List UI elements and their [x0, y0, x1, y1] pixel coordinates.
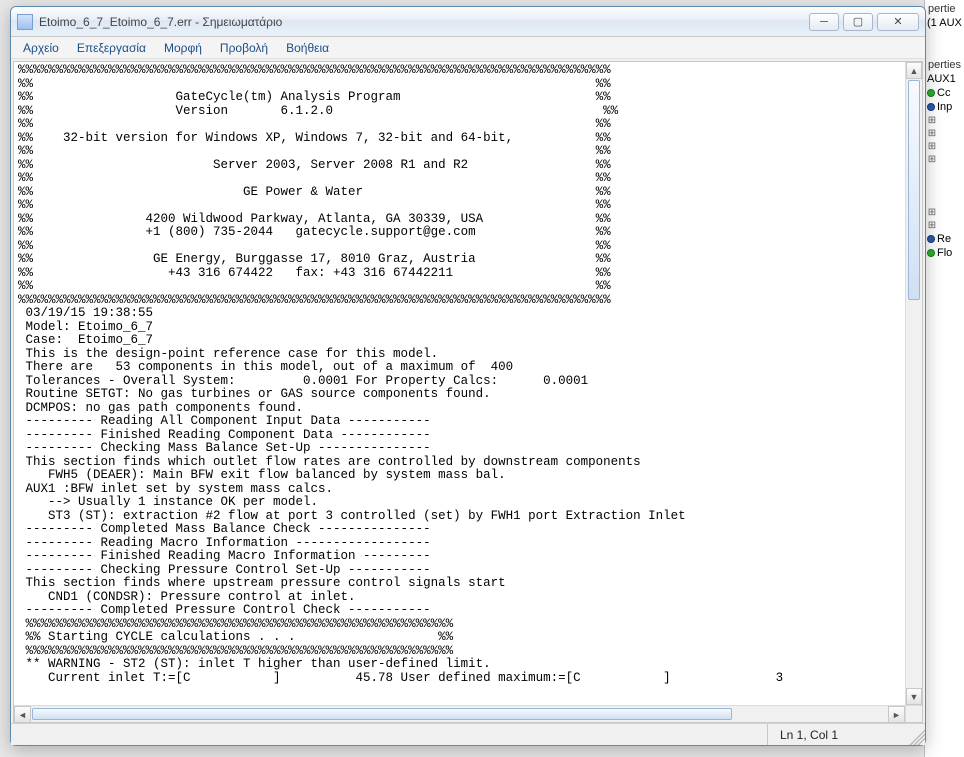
- bg-header-1: pertie: [925, 2, 964, 16]
- scroll-right-button[interactable]: ►: [888, 706, 905, 723]
- tree-expand-icon[interactable]: ⊞: [927, 141, 937, 152]
- scroll-left-button[interactable]: ◄: [14, 706, 31, 723]
- menu-format[interactable]: Μορφή: [156, 39, 210, 57]
- minimize-button[interactable]: ─: [809, 13, 839, 31]
- close-button[interactable]: ✕: [877, 13, 919, 31]
- text-editor[interactable]: %%%%%%%%%%%%%%%%%%%%%%%%%%%%%%%%%%%%%%%%…: [14, 62, 905, 705]
- scroll-corner: [905, 705, 922, 722]
- horizontal-scrollbar[interactable]: ◄ ►: [14, 705, 905, 722]
- vertical-scroll-thumb[interactable]: [908, 80, 920, 300]
- tree-expand-icon[interactable]: ⊞: [927, 154, 937, 165]
- bg-cc: Cc: [937, 87, 950, 99]
- bg-re: Re: [937, 233, 951, 245]
- client-area: %%%%%%%%%%%%%%%%%%%%%%%%%%%%%%%%%%%%%%%%…: [13, 61, 923, 723]
- bg-header-2: perties: [925, 58, 964, 72]
- scroll-down-button[interactable]: ▼: [906, 688, 922, 705]
- horizontal-scroll-thumb[interactable]: [32, 708, 732, 720]
- status-dot-icon: [927, 235, 935, 243]
- vertical-scrollbar[interactable]: ▲ ▼: [905, 62, 922, 705]
- bg-flo: Flo: [937, 247, 952, 259]
- menubar: Αρχείο Επεξεργασία Μορφή Προβολή Βοήθεια: [11, 37, 925, 59]
- bg-inp: Inp: [937, 101, 952, 113]
- statusbar: Ln 1, Col 1: [11, 723, 925, 745]
- bg-aux-label: (1 AUX: [925, 16, 964, 30]
- tree-expand-icon[interactable]: ⊞: [927, 220, 937, 231]
- window-title: Etoimo_6_7_Etoimo_6_7.err - Σημειωματάρι…: [39, 15, 809, 29]
- titlebar[interactable]: Etoimo_6_7_Etoimo_6_7.err - Σημειωματάρι…: [11, 7, 925, 37]
- scroll-up-button[interactable]: ▲: [906, 62, 922, 79]
- notepad-icon: [17, 14, 33, 30]
- tree-expand-icon[interactable]: ⊞: [927, 115, 937, 126]
- bg-aux1: AUX1: [925, 72, 964, 86]
- tree-expand-icon[interactable]: ⊞: [927, 128, 937, 139]
- notepad-window: Etoimo_6_7_Etoimo_6_7.err - Σημειωματάρι…: [10, 6, 926, 746]
- status-dot-icon: [927, 89, 935, 97]
- maximize-button[interactable]: ▢: [843, 13, 873, 31]
- background-properties-panel: pertie (1 AUX perties AUX1 Cc Inp ⊞ ⊞ ⊞ …: [924, 0, 964, 757]
- tree-expand-icon[interactable]: ⊞: [927, 207, 937, 218]
- status-dot-icon: [927, 103, 935, 111]
- status-position: Ln 1, Col 1: [767, 724, 907, 745]
- menu-help[interactable]: Βοήθεια: [278, 39, 337, 57]
- resize-grip-icon[interactable]: [907, 724, 925, 745]
- menu-file[interactable]: Αρχείο: [15, 39, 67, 57]
- menu-view[interactable]: Προβολή: [212, 39, 276, 57]
- menu-edit[interactable]: Επεξεργασία: [69, 39, 154, 57]
- status-dot-icon: [927, 249, 935, 257]
